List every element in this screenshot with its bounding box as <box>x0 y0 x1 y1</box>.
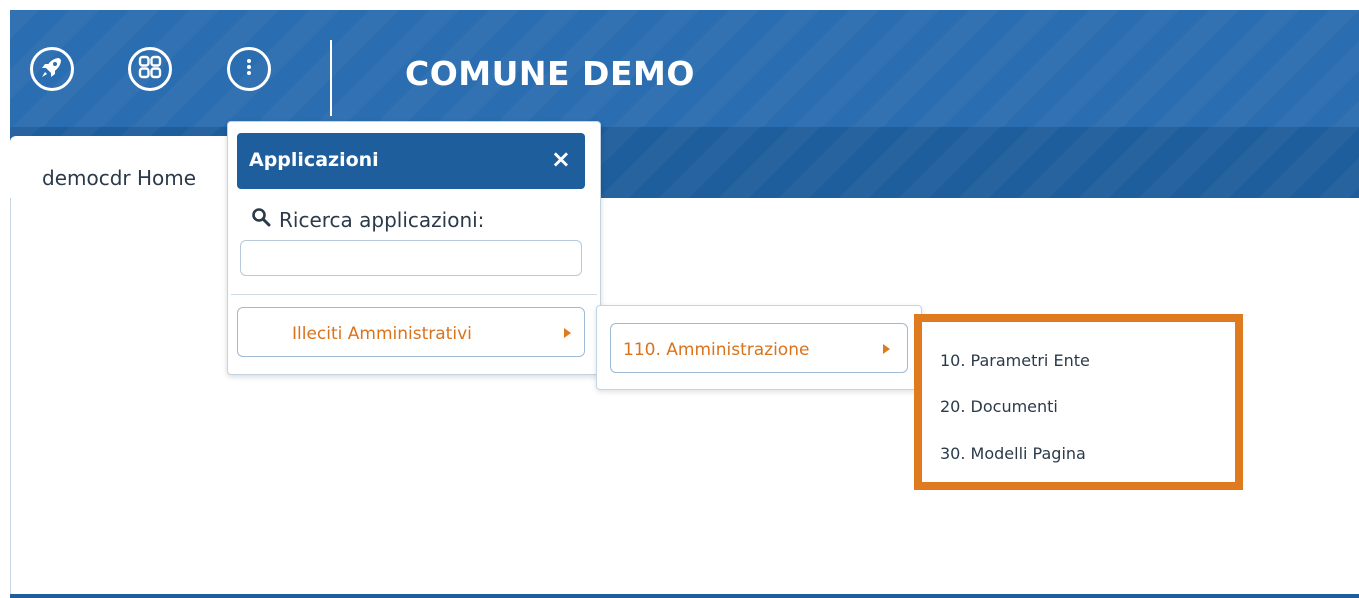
search-label-row: Ricerca applicazioni: <box>251 207 484 232</box>
launcher-button[interactable] <box>30 47 74 91</box>
tab-home[interactable]: democdr Home <box>10 136 240 198</box>
menu-item-illeciti-amministrativi[interactable]: Illeciti Amministrativi <box>237 307 585 357</box>
popup-divider <box>231 294 597 295</box>
more-options-button[interactable] <box>227 47 271 91</box>
rocket-icon <box>39 54 65 84</box>
menu-item-amministrazione[interactable]: 110. Amministrazione <box>610 323 908 373</box>
menu-item-documenti[interactable]: 20. Documenti <box>940 397 1058 416</box>
menu-item-label: 110. Amministrazione <box>623 340 810 360</box>
more-vertical-icon <box>239 57 259 81</box>
search-input[interactable] <box>240 240 582 276</box>
menu-item-parametri-ente[interactable]: 10. Parametri Ente <box>940 351 1090 370</box>
top-bar: COMUNE DEMO <box>10 10 1359 127</box>
submenu-level1: 110. Amministrazione <box>596 305 922 390</box>
apps-grid-button[interactable] <box>128 47 172 91</box>
search-label: Ricerca applicazioni: <box>279 207 485 232</box>
app-title: COMUNE DEMO <box>405 54 695 93</box>
applications-popup: Applicazioni × Ricerca applicazioni: Ill… <box>227 121 601 375</box>
popup-title: Applicazioni <box>249 149 379 171</box>
tab-strip: democdr Home <box>10 127 1359 198</box>
submenu-level2: 10. Parametri Ente 20. Documenti 30. Mod… <box>914 314 1243 490</box>
apps-grid-icon <box>138 55 162 83</box>
caret-right-icon <box>564 328 571 338</box>
search-icon <box>251 207 271 232</box>
menu-item-modelli-pagina[interactable]: 30. Modelli Pagina <box>940 444 1086 463</box>
menu-item-label: Illeciti Amministrativi <box>292 324 472 344</box>
popup-header: Applicazioni × <box>237 133 585 189</box>
bottom-border <box>10 594 1359 598</box>
caret-right-icon <box>883 344 890 354</box>
tab-label: democdr Home <box>42 166 197 190</box>
close-icon[interactable]: × <box>551 145 571 173</box>
header-divider <box>330 40 332 116</box>
